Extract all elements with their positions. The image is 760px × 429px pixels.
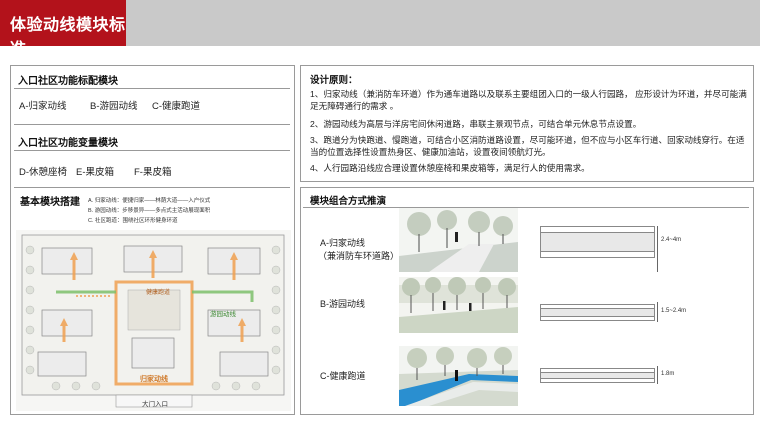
standard-modules-title: 入口社区功能标配模块 [18,76,118,87]
plan-label-gate: 大门入口 [142,401,168,408]
plan-label-health-track: 健康跑道 [146,290,171,296]
row-a-dim: 2.4~4m [661,237,682,243]
route-c-image [399,346,518,406]
route-a-image [399,208,518,272]
variable-item-f: F-果皮箱 [134,167,172,178]
header-title-block: 体验动线模块标准 [0,0,126,58]
page-title: 体验动线模块标准 [10,17,126,58]
plan-label-leisure-route: 游园动线 [210,311,236,318]
standard-item-b: B-游园动线 [90,101,138,112]
dim-tick [657,366,658,384]
route-b-image [399,277,518,333]
basic-modules-title: 基本模块搭建 [20,197,80,208]
dim-tick [657,226,658,272]
route-b-section [540,304,655,321]
row-a-sublabel: （兼消防车环道路） [318,251,400,261]
legend-a: A. 归家动线：便捷归家——林荫大道——入户仪式 [88,198,211,204]
variable-modules-title: 入口社区功能变量模块 [18,138,118,149]
variable-item-d: D-休憩座椅 [19,167,68,178]
principle-1: 1、归家动线（兼消防车环道）作为通车道路以及联系主要组团入口的一级人行园路， 应… [310,89,747,112]
divider [14,150,290,151]
plan-label-home-route: 归家动线 [140,376,168,383]
row-b-dim: 1.5~2.4m [661,308,687,314]
row-c-label: C-健康跑道 [320,371,366,381]
divider [14,88,290,89]
principles-title: 设计原则： [310,75,358,86]
principle-2: 2、游园动线为高层与洋房宅间休闲道路，串联主景观节点，可结合单元休息节点设置。 [310,119,642,129]
row-b-label: B-游园动线 [320,299,366,309]
combination-title: 模块组合方式推演 [310,196,387,207]
dim-tick [657,302,658,322]
row-a-label: A-归家动线 [320,238,366,248]
standard-item-a: A-归家动线 [19,101,67,112]
divider [14,124,290,125]
divider [303,207,749,208]
principle-3: 3、跑道分为快跑道、慢跑道，可结合小区消防道路设置，尽可能环道，但不应与小区车行… [310,135,745,158]
row-c-dim: 1.8m [661,371,675,377]
route-a-section [540,226,655,258]
combination-panel [300,187,754,415]
principle-4: 4、人行园路沿线应合理设置休憩座椅和果皮箱等，满足行人的使用需求。 [310,163,590,173]
site-plan: 健康跑道 游园动线 归家动线 大门入口 [16,230,291,411]
legend-c: C. 社区跑道：围绕社区环形健身环道 [88,218,178,224]
variable-item-e: E-果皮箱 [76,167,115,178]
divider [14,187,290,188]
standard-item-c: C-健康跑道 [152,101,201,112]
route-c-section [540,368,655,383]
legend-b: B. 游园动线：步移景异——多点式主活动展现面积 [88,208,211,214]
